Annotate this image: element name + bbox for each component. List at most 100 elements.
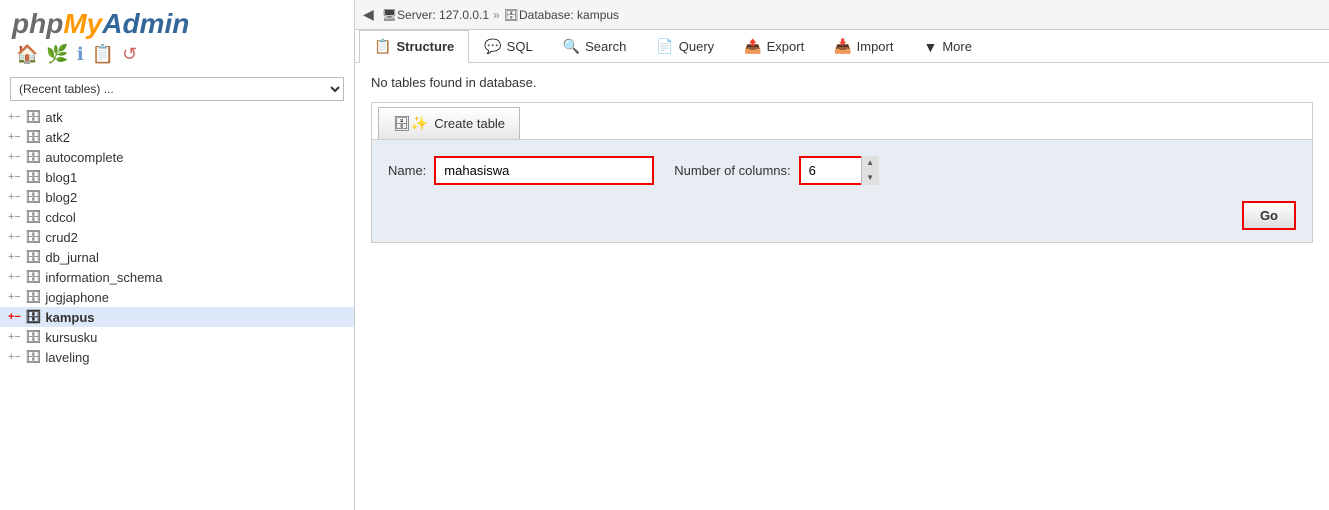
tab-import-label: Import <box>857 39 894 54</box>
logo-admin: Admin <box>102 8 189 39</box>
leaf-icon[interactable]: 🌿 <box>46 44 68 65</box>
db-icon: 🗄 <box>25 229 42 245</box>
logo-my: My <box>63 8 102 39</box>
columns-label: Number of columns: <box>674 163 790 178</box>
sidebar-item-laveling[interactable]: +− 🗄 laveling <box>0 347 354 367</box>
expand-icon: +− <box>8 211 21 223</box>
expand-icon: +− <box>8 271 21 283</box>
sidebar-item-blog2[interactable]: +− 🗄 blog2 <box>0 187 354 207</box>
sidebar-item-label: cdcol <box>45 210 75 225</box>
sidebar-item-label: atk <box>45 110 62 125</box>
tab-import[interactable]: 📥 Import <box>819 30 908 62</box>
sidebar-item-atk[interactable]: +− 🗄 atk <box>0 107 354 127</box>
db-icon: 🗄 <box>25 149 42 165</box>
db-icon: 🗄 <box>25 249 42 265</box>
form-footer-row: Go <box>388 201 1296 230</box>
tab-structure[interactable]: 📋 Structure <box>359 30 469 63</box>
no-tables-message: No tables found in database. <box>371 75 1313 90</box>
columns-spinner-wrap: ▲ ▼ <box>799 156 879 185</box>
sidebar-item-jogjaphone[interactable]: +− 🗄 jogjaphone <box>0 287 354 307</box>
go-button[interactable]: Go <box>1242 201 1296 230</box>
db-icon: 🗄 <box>25 329 42 345</box>
name-label: Name: <box>388 163 426 178</box>
expand-icon: +− <box>8 111 21 123</box>
refresh-icon[interactable]: ↺ <box>122 44 137 65</box>
db-icon: 🗄 <box>25 169 42 185</box>
sidebar-item-label: kursusku <box>45 330 97 345</box>
columns-increment[interactable]: ▲ <box>862 156 879 171</box>
sidebar-item-atk2[interactable]: +− 🗄 atk2 <box>0 127 354 147</box>
expand-icon: +− <box>8 331 21 343</box>
expand-icon: +− <box>8 311 21 323</box>
sidebar-item-information-schema[interactable]: +− 🗄 information_schema <box>0 267 354 287</box>
create-table-icon: 🗄✨ <box>393 115 428 132</box>
form-row: Name: Number of columns: ▲ ▼ <box>388 156 1296 185</box>
columns-field: Number of columns: ▲ ▼ <box>674 156 878 185</box>
columns-spinner: ▲ ▼ <box>861 156 879 185</box>
tab-export-label: Export <box>767 39 805 54</box>
sidebar-item-crud2[interactable]: +− 🗄 crud2 <box>0 227 354 247</box>
sidebar-item-label: kampus <box>45 310 94 325</box>
sidebar: phpMyAdmin 🏠 🌿 ℹ 📋 ↺ (Recent tables) ...… <box>0 0 355 510</box>
server-icon: 🖥 <box>382 8 397 22</box>
more-tab-icon: ▼ <box>923 39 937 55</box>
recent-tables-wrap: (Recent tables) ... <box>0 71 354 107</box>
sidebar-item-label: db_jurnal <box>45 250 99 265</box>
sidebar-item-kampus[interactable]: +− 🗄 kampus <box>0 307 354 327</box>
create-table-box: 🗄✨ Create table Name: Number of columns: <box>371 102 1313 243</box>
recent-tables-select[interactable]: (Recent tables) ... <box>10 77 344 101</box>
home-icon[interactable]: 🏠 <box>16 44 38 65</box>
name-input[interactable] <box>434 156 654 185</box>
sidebar-item-db-jurnal[interactable]: +− 🗄 db_jurnal <box>0 247 354 267</box>
sidebar-item-label: autocomplete <box>45 150 123 165</box>
tab-sql-label: SQL <box>507 39 533 54</box>
tab-more-label: More <box>942 39 972 54</box>
sidebar-item-autocomplete[interactable]: +− 🗄 autocomplete <box>0 147 354 167</box>
info-icon[interactable]: ℹ <box>77 44 84 65</box>
expand-icon: +− <box>8 151 21 163</box>
tab-query-label: Query <box>679 39 714 54</box>
sidebar-item-label: laveling <box>45 350 89 365</box>
expand-icon: +− <box>8 291 21 303</box>
sidebar-scroll: +− 🗄 atk +− 🗄 atk2 +− 🗄 autocomplete +− … <box>0 107 354 510</box>
server-label: Server: 127.0.0.1 <box>397 8 489 22</box>
create-table-header: 🗄✨ Create table <box>372 103 1312 140</box>
tab-sql[interactable]: 💬 SQL <box>469 30 547 62</box>
topbar: ◀ 🖥 Server: 127.0.0.1 » 🗄 Database: kamp… <box>355 0 1329 30</box>
copy-icon[interactable]: 📋 <box>92 44 114 65</box>
db-icon: 🗄 <box>25 289 42 305</box>
tab-search[interactable]: 🔍 Search <box>548 30 642 62</box>
logo-area: phpMyAdmin 🏠 🌿 ℹ 📋 ↺ <box>0 0 354 71</box>
sidebar-item-label: jogjaphone <box>45 290 109 305</box>
sidebar-item-kursusku[interactable]: +− 🗄 kursusku <box>0 327 354 347</box>
import-tab-icon: 📥 <box>834 38 851 55</box>
columns-decrement[interactable]: ▼ <box>862 171 879 186</box>
tab-query[interactable]: 📄 Query <box>641 30 729 62</box>
logo: phpMyAdmin <box>12 10 342 38</box>
page-content: No tables found in database. 🗄✨ Create t… <box>355 63 1329 510</box>
expand-icon: +− <box>8 231 21 243</box>
back-button[interactable]: ◀ <box>363 6 374 23</box>
sidebar-item-cdcol[interactable]: +− 🗄 cdcol <box>0 207 354 227</box>
sidebar-item-label: crud2 <box>45 230 78 245</box>
database-icon: 🗄 <box>504 8 519 22</box>
database-list: +− 🗄 atk +− 🗄 atk2 +− 🗄 autocomplete +− … <box>0 107 354 367</box>
db-icon: 🗄 <box>25 349 42 365</box>
query-tab-icon: 📄 <box>656 38 673 55</box>
db-icon: 🗄 <box>25 129 42 145</box>
structure-tab-icon: 📋 <box>374 38 391 55</box>
expand-icon: +− <box>8 191 21 203</box>
create-table-button[interactable]: 🗄✨ Create table <box>378 107 520 139</box>
logo-php: php <box>12 8 63 39</box>
nav-tabs: 📋 Structure 💬 SQL 🔍 Search 📄 Query 📤 Exp… <box>355 30 1329 63</box>
sidebar-item-blog1[interactable]: +− 🗄 blog1 <box>0 167 354 187</box>
tab-export[interactable]: 📤 Export <box>729 30 819 62</box>
export-tab-icon: 📤 <box>744 38 761 55</box>
expand-icon: +− <box>8 251 21 263</box>
tab-more[interactable]: ▼ More <box>908 31 986 62</box>
db-icon: 🗄 <box>25 309 42 325</box>
tab-structure-label: Structure <box>396 39 454 54</box>
sidebar-item-label: information_schema <box>45 270 162 285</box>
db-icon: 🗄 <box>25 109 42 125</box>
expand-icon: +− <box>8 131 21 143</box>
